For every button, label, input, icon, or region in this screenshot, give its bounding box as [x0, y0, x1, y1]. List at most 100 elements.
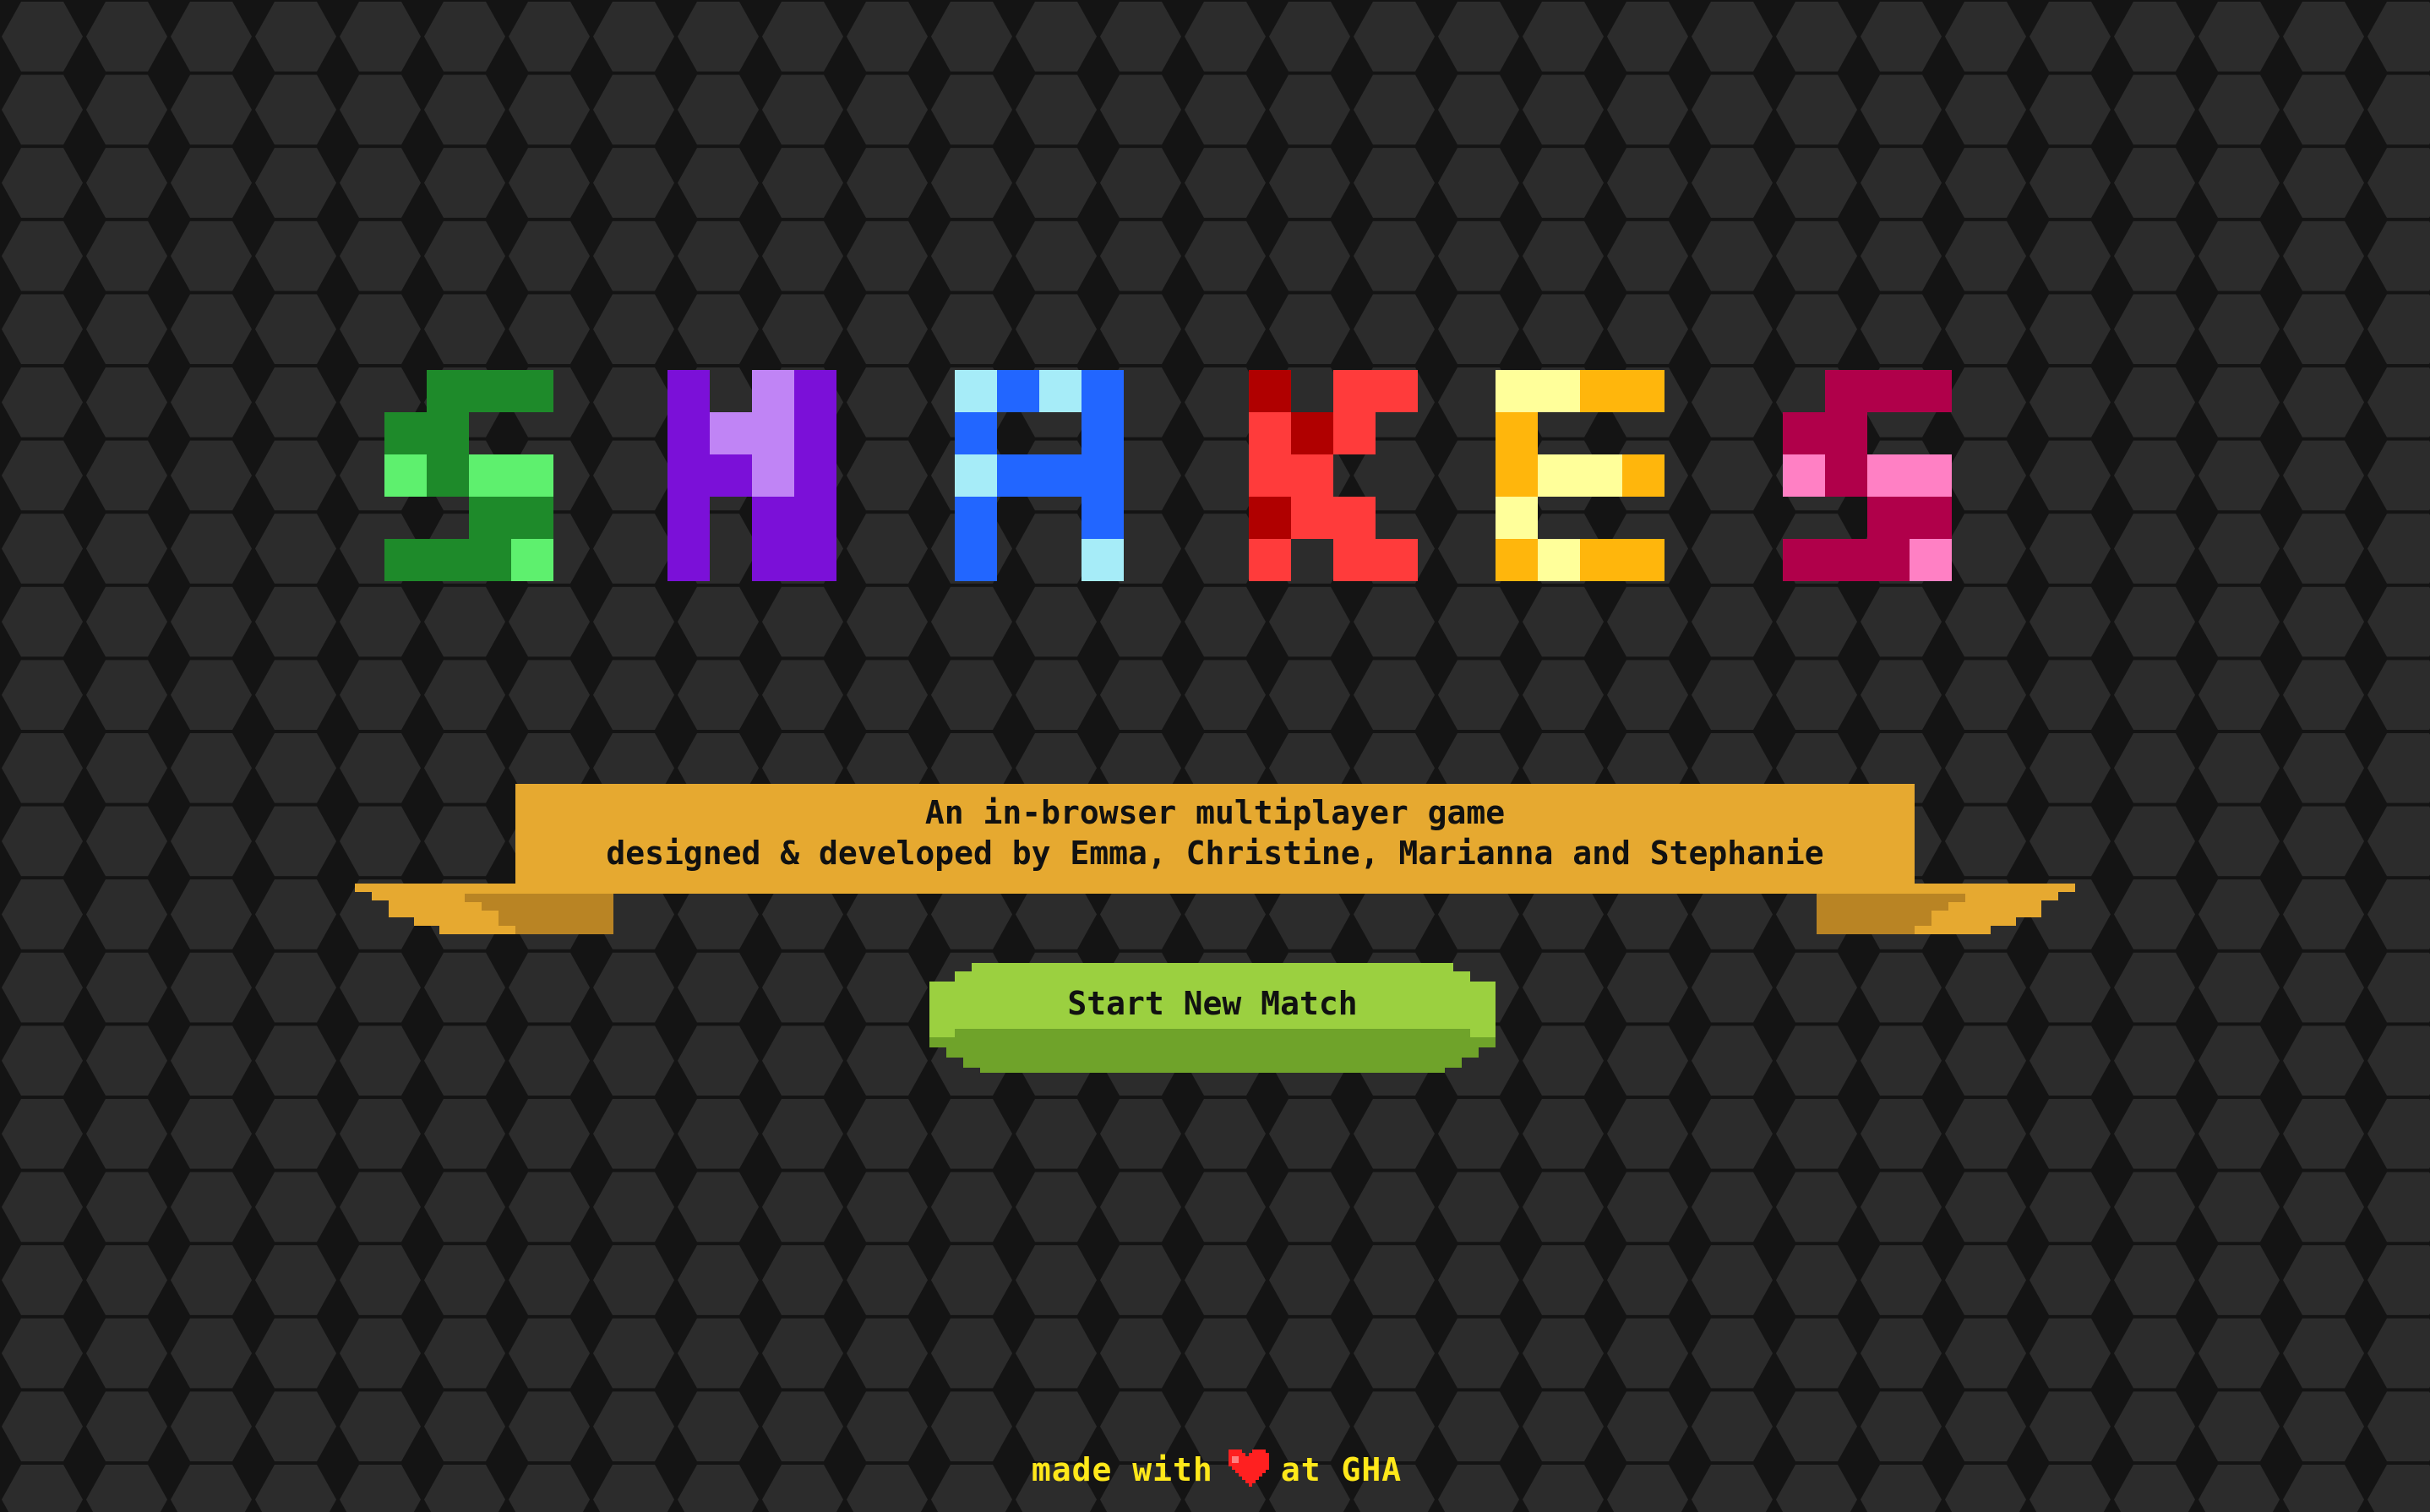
title-pixel: [427, 370, 469, 412]
title-pixel: [1291, 454, 1333, 497]
title-pixel: [752, 497, 794, 539]
title-pixel: [1825, 412, 1867, 454]
title-pixel: [1249, 539, 1291, 581]
title-pixel: [1580, 370, 1622, 412]
title-pixel: [1622, 539, 1664, 581]
title-pixel: [1580, 539, 1622, 581]
title-pixel: [1249, 412, 1291, 454]
title-pixel: [1580, 454, 1622, 497]
title-pixel: [955, 370, 997, 412]
title-pixel: [1867, 497, 1910, 539]
title-pixel: [384, 454, 427, 497]
title-pixel: [1538, 539, 1580, 581]
title-pixel: [752, 412, 794, 454]
banner-line-2: designed & developed by Emma, Christine,…: [606, 835, 1824, 872]
title-pixel: [1376, 370, 1418, 412]
start-button-label: Start New Match: [1067, 985, 1358, 1022]
title-pixel: [1867, 370, 1910, 412]
title-pixel: [794, 454, 836, 497]
title-pixel: [1538, 370, 1580, 412]
title-pixel: [1825, 454, 1867, 497]
title-pixel: [427, 454, 469, 497]
title-pixel: [427, 412, 469, 454]
title-pixel: [710, 412, 752, 454]
start-new-match-button[interactable]: Start New Match: [921, 963, 1504, 1073]
title-pixel: [1910, 370, 1952, 412]
title-pixel: [667, 539, 710, 581]
title-pixel: [794, 497, 836, 539]
title-pixel: [1496, 497, 1538, 539]
game-title-logo: SNAKES: [384, 370, 1952, 581]
title-pixel: [1082, 370, 1124, 412]
title-pixel: [469, 454, 511, 497]
title-pixel: [1910, 539, 1952, 581]
title-pixel: [1039, 370, 1082, 412]
title-pixel: [955, 454, 997, 497]
title-pixel: [1496, 539, 1538, 581]
title-pixel: [511, 454, 553, 497]
title-pixel: [752, 370, 794, 412]
title-pixel: [1082, 539, 1124, 581]
title-pixel: [1082, 497, 1124, 539]
title-pixel: [794, 412, 836, 454]
title-letter-s-6: [1783, 370, 1952, 581]
title-pixel: [469, 370, 511, 412]
title-pixel: [1333, 497, 1376, 539]
title-pixel: [1496, 370, 1538, 412]
title-pixel: [1291, 412, 1333, 454]
title-pixel: [667, 412, 710, 454]
title-pixel: [1910, 497, 1952, 539]
title-pixel: [1622, 454, 1664, 497]
title-pixel: [1825, 539, 1867, 581]
title-pixel: [469, 539, 511, 581]
title-pixel: [427, 539, 469, 581]
subtitle-banner: An in-browser multiplayer game designed …: [355, 784, 2075, 936]
title-pixel: [667, 497, 710, 539]
title-pixel: [997, 370, 1039, 412]
title-pixel: [1867, 454, 1910, 497]
title-pixel: [1249, 454, 1291, 497]
banner-line-1: An in-browser multiplayer game: [924, 794, 1506, 831]
title-pixel: [1783, 412, 1825, 454]
heart-icon: [1228, 1449, 1269, 1487]
title-pixel: [752, 539, 794, 581]
title-pixel: [1496, 412, 1538, 454]
title-pixel: [511, 539, 553, 581]
title-pixel: [1082, 412, 1124, 454]
title-pixel: [384, 539, 427, 581]
title-pixel: [384, 412, 427, 454]
title-pixel: [955, 412, 997, 454]
footer-made-with: made with: [1031, 1451, 1213, 1488]
title-letter-k-4: [1249, 370, 1418, 581]
title-pixel: [511, 370, 553, 412]
title-pixel: [1783, 454, 1825, 497]
title-pixel: [1333, 412, 1376, 454]
title-pixel: [511, 497, 553, 539]
title-pixel: [997, 454, 1039, 497]
title-pixel: [1039, 454, 1082, 497]
title-pixel: [1867, 539, 1910, 581]
title-pixel: [1082, 454, 1124, 497]
title-letter-s-1: [384, 370, 553, 581]
title-pixel: [1496, 454, 1538, 497]
title-letter-a-3: [955, 370, 1124, 581]
footer-at-gha: at GHA: [1280, 1451, 1403, 1488]
title-pixel: [1622, 370, 1664, 412]
title-pixel: [1333, 539, 1376, 581]
footer-credit: made with at GHA: [997, 1446, 1436, 1493]
title-pixel: [710, 454, 752, 497]
title-pixel: [667, 454, 710, 497]
title-pixel: [1291, 497, 1333, 539]
title-pixel: [955, 497, 997, 539]
title-pixel: [955, 539, 997, 581]
title-letter-e-5: [1496, 370, 1664, 581]
title-pixel: [794, 370, 836, 412]
title-pixel: [1376, 539, 1418, 581]
title-pixel: [1538, 454, 1580, 497]
title-pixel: [469, 497, 511, 539]
title-letter-n-2: [667, 370, 836, 581]
title-pixel: [1249, 497, 1291, 539]
title-pixel: [1783, 539, 1825, 581]
title-pixel: [794, 539, 836, 581]
title-pixel: [1333, 370, 1376, 412]
